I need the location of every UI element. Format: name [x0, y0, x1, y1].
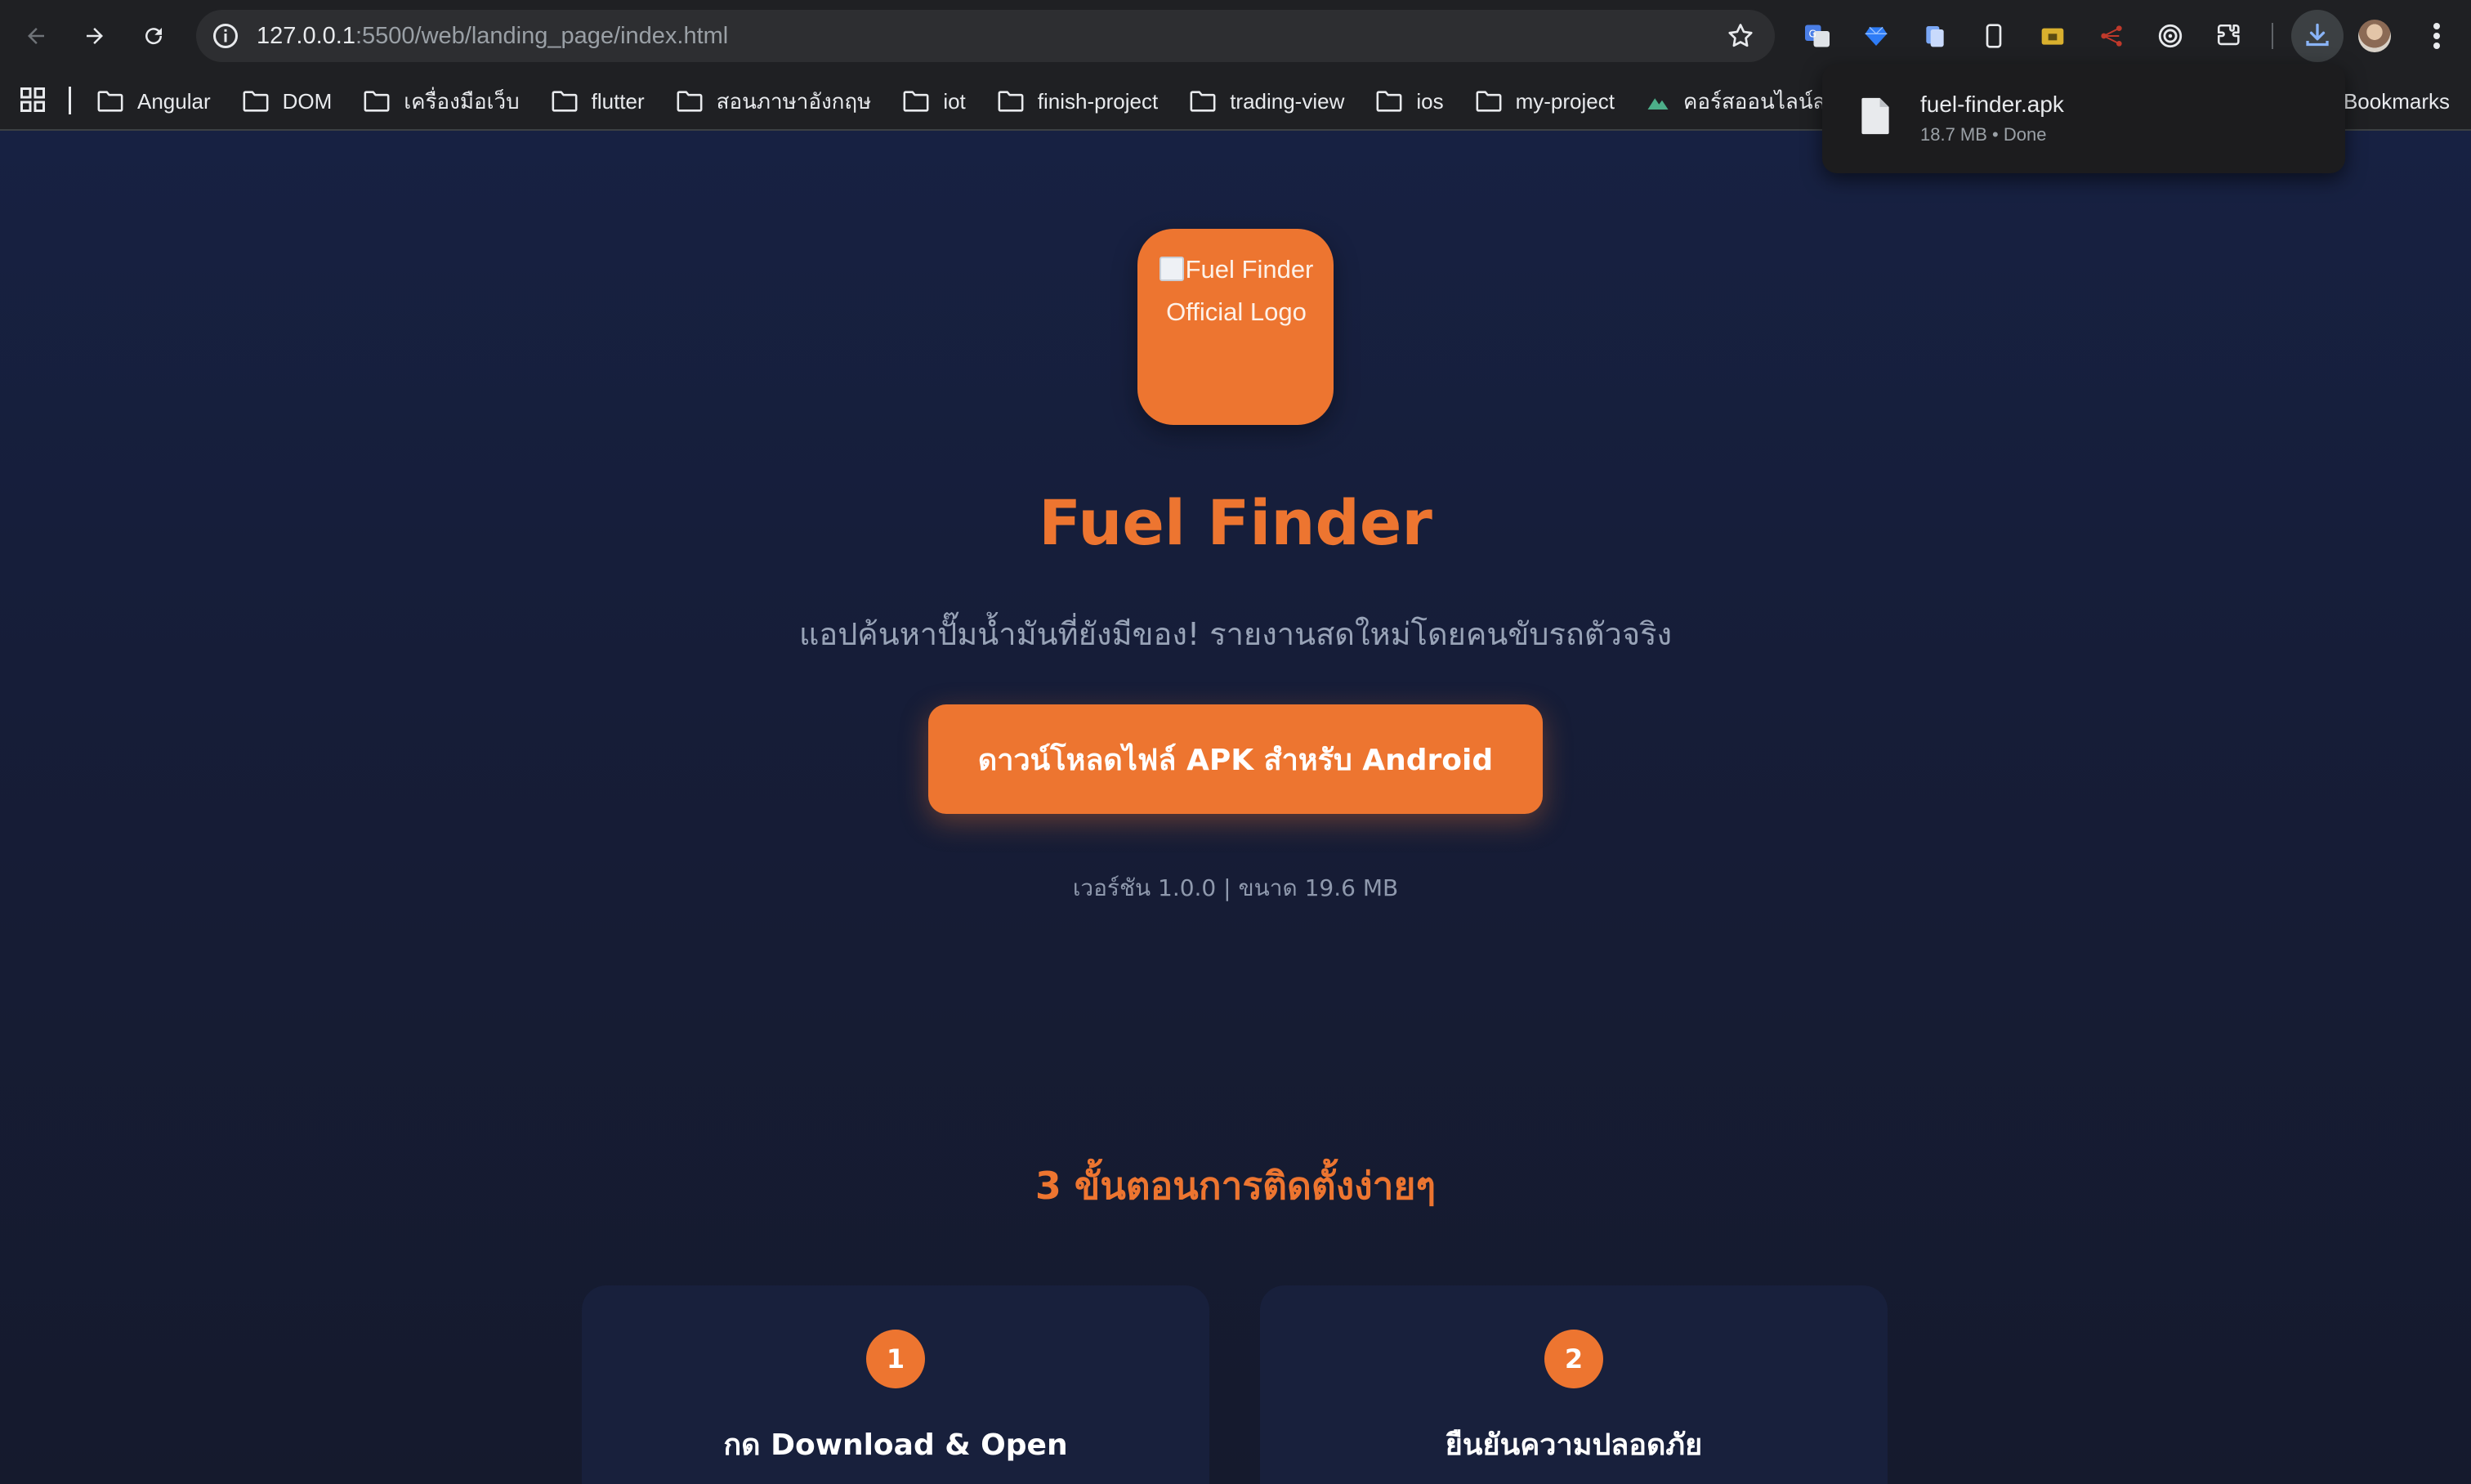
gem-extension-icon[interactable] [1857, 16, 1896, 56]
bookmark-item[interactable]: สอนภาษาอังกฤษ [676, 78, 888, 124]
app-tagline: แอปค้นหาปั๊มน้ำมันที่ยังมีของ! รายงานสดใ… [798, 616, 1673, 652]
bookmark-label: finish-project [1037, 88, 1159, 114]
reload-icon [145, 28, 163, 45]
app-logo: Fuel Finder Official Logo [1137, 229, 1334, 425]
folder-icon [903, 91, 929, 112]
arrow-right-icon [87, 28, 103, 44]
folder-icon [97, 91, 123, 112]
downloads-button[interactable] [2291, 10, 2344, 62]
download-apk-button[interactable]: ดาวน์โหลดไฟล์ APK สำหรับ Android [928, 704, 1543, 814]
forward-button[interactable] [74, 15, 116, 57]
step-title: กด Download & Open [723, 1428, 1068, 1462]
bookmark-label: เครื่องมือเว็บ [404, 88, 520, 114]
more-vert-icon [2433, 23, 2440, 49]
folder-extension-icon[interactable] [2033, 16, 2072, 56]
bookmark-label: ios [1416, 88, 1444, 114]
step-number-badge: 2 [1544, 1330, 1603, 1388]
bookmark-item[interactable]: Angular [96, 78, 227, 124]
docs-extension-icon[interactable] [1915, 16, 1955, 56]
bookmark-label: iot [943, 88, 966, 114]
bookmark-item[interactable]: flutter [551, 78, 661, 124]
bookmark-item[interactable]: iot [902, 78, 981, 124]
step-card-1: 1 กด Download & Open [582, 1285, 1209, 1484]
folder-icon [1376, 91, 1402, 112]
bookmark-label: trading-view [1230, 88, 1345, 114]
download-bubble[interactable]: fuel-finder.apk 18.7 MB • Done [1822, 64, 2345, 173]
folder-icon [998, 91, 1024, 112]
target-extension-icon[interactable] [2151, 16, 2190, 56]
step-title: ยืนยันความปลอดภัย [1445, 1428, 1703, 1462]
folder-icon [677, 91, 703, 112]
bookmarks-divider [69, 87, 71, 114]
folder-icon [552, 91, 578, 112]
share-extension-icon[interactable] [2092, 16, 2131, 56]
step-number-badge: 1 [866, 1330, 925, 1388]
download-status: 18.7 MB • Done [1920, 124, 2047, 145]
bookmark-item[interactable]: DOM [242, 78, 349, 124]
broken-image-icon [1159, 257, 1184, 281]
bookmark-item[interactable]: my-project [1475, 78, 1631, 124]
folder-icon [1190, 91, 1216, 112]
reload-button[interactable] [132, 15, 175, 57]
url-text[interactable]: 127.0.0.1:5500/web/landing_page/index.ht… [257, 10, 728, 62]
bookmark-item[interactable]: ios [1375, 78, 1459, 124]
bookmark-label: DOM [282, 88, 333, 114]
app-title: Fuel Finder [1039, 486, 1432, 559]
browser-toolbar: 127.0.0.1:5500/web/landing_page/index.ht… [0, 0, 2471, 72]
svg-text:G: G [1809, 29, 1816, 40]
install-steps-heading: 3 ขั้นตอนการติดตั้งง่ายๆ [1034, 1164, 1437, 1208]
menu-button[interactable] [2420, 16, 2453, 59]
file-icon [1861, 97, 1889, 135]
bookmark-label: สอนภาษาอังกฤษ [716, 88, 872, 114]
bookmark-list: Angular DOM เครื่องมือเว็บ flutter สอนภาษาอั… [96, 72, 1927, 131]
bookmark-item[interactable]: เครื่องมือเว็บ [363, 78, 535, 124]
address-bar[interactable]: 127.0.0.1:5500/web/landing_page/index.ht… [196, 10, 1775, 62]
bookmark-star-icon[interactable] [1726, 21, 1755, 51]
download-filename[interactable]: fuel-finder.apk [1920, 92, 2064, 118]
profile-avatar[interactable] [2358, 20, 2391, 52]
bookmark-label: Angular [137, 88, 211, 114]
folder-icon [243, 91, 269, 112]
bookmark-item[interactable]: trading-view [1189, 78, 1361, 124]
landing-page: Fuel Finder Official Logo Fuel Finder แอ… [0, 131, 2471, 1484]
phone-extension-icon[interactable] [1974, 16, 2013, 56]
translate-extension-icon[interactable]: G [1798, 16, 1837, 56]
bookmark-label: flutter [591, 88, 645, 114]
puzzle-extensions-icon[interactable] [2210, 16, 2249, 56]
logo-alt-text: Fuel Finder Official Logo [1151, 248, 1322, 333]
arrow-left-icon [28, 28, 44, 44]
toolbar-divider [2272, 23, 2273, 49]
download-icon [2306, 23, 2329, 47]
bookmark-label: my-project [1515, 88, 1615, 114]
all-bookmarks-button[interactable]: Bookmarks [2344, 72, 2450, 131]
back-button[interactable] [15, 15, 57, 57]
version-info: เวอร์ชัน 1.0.0 | ขนาด 19.6 MB [1072, 874, 1399, 901]
folder-icon [1476, 91, 1502, 112]
info-icon[interactable] [211, 21, 240, 51]
folder-icon [364, 91, 390, 112]
bookmark-item[interactable]: finish-project [997, 78, 1174, 124]
step-card-2: 2 ยืนยันความปลอดภัย [1260, 1285, 1888, 1484]
apps-grid-icon[interactable] [18, 85, 47, 114]
site-icon [1647, 98, 1669, 110]
